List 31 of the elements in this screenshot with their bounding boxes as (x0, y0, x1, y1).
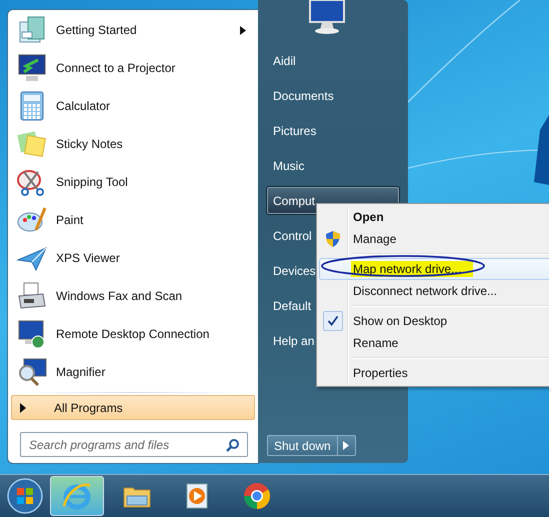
program-item[interactable]: Snipping Tool (10, 163, 256, 201)
start-menu-link[interactable]: Music (266, 149, 400, 182)
program-item[interactable]: Calculator (10, 87, 256, 125)
program-item[interactable]: XPS Viewer (10, 239, 256, 277)
menu-item[interactable]: Properties (319, 362, 549, 384)
monitor-icon (16, 52, 48, 84)
program-item[interactable]: Remote Desktop Connection (10, 315, 256, 353)
program-item[interactable]: Paint (10, 201, 256, 239)
caret-icon (20, 402, 26, 412)
start-menu-link[interactable]: Documents (266, 79, 400, 112)
all-programs-item[interactable]: All Programs (11, 395, 255, 420)
menu-item[interactable]: Show on Desktop (319, 310, 549, 332)
start-menu-link[interactable]: Pictures (266, 114, 400, 147)
program-item[interactable]: Sticky Notes (10, 125, 256, 163)
program-item[interactable]: Getting Started (10, 11, 256, 49)
program-item[interactable]: Windows Fax and Scan (10, 277, 256, 315)
menu-item[interactable]: Rename (319, 332, 549, 354)
menu-item[interactable]: Manage (319, 228, 549, 250)
program-item[interactable]: Magnifier (10, 353, 256, 391)
magnifier-icon (16, 356, 48, 388)
start-button[interactable] (6, 477, 44, 515)
start-menu-link[interactable]: Aidil (266, 44, 400, 77)
menu-item[interactable]: Disconnect network drive... (319, 280, 549, 302)
search-icon (226, 438, 240, 452)
menu-item[interactable]: Map network drive... (319, 258, 549, 280)
shut-down-options-button[interactable] (338, 435, 356, 456)
chrome-icon (241, 480, 273, 512)
caret-icon (343, 441, 350, 450)
program-item[interactable]: Connect to a Projector (10, 49, 256, 87)
shut-down-button[interactable]: Shut down (267, 435, 338, 456)
search-field[interactable]: Search programs and files (20, 432, 248, 457)
